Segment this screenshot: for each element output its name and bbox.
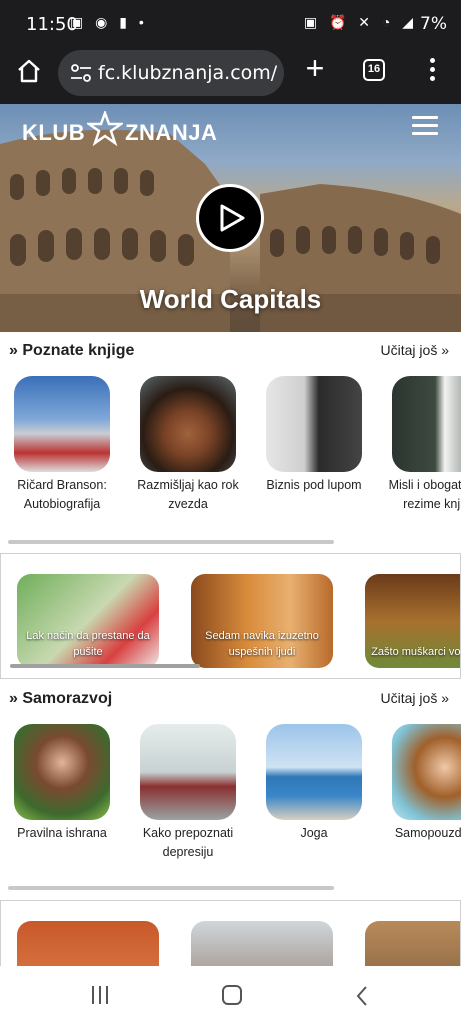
play-icon [220,204,245,232]
section-title: » Poznate knjige [9,342,135,359]
book-item[interactable]: Misli i obogati se – rezime knjige [380,376,461,514]
book-thumbnail [392,376,461,472]
book-caption: Ričard Branson: Autobiografija [17,478,107,511]
book-item[interactable]: Razmišljaj kao rok zvezda [128,376,248,514]
home-icon[interactable] [16,58,42,84]
featured-card[interactable] [17,921,159,970]
section-header-samorazvoj: » Samorazvoj Učitaj još » [9,690,449,714]
book-caption: Pravilna ishrana [17,826,107,840]
book-item[interactable]: Joga [254,724,374,843]
new-tab-button[interactable]: + [300,52,330,84]
carousel-scrollbar[interactable] [8,886,334,890]
carousel-scrollbar[interactable] [8,540,334,544]
play-button[interactable] [196,184,264,252]
book-caption: Kako prepoznati depresiju [142,826,234,859]
overflow-menu-icon[interactable] [424,58,440,86]
featured-card[interactable] [365,921,460,970]
hamburger-menu-icon[interactable] [412,116,438,136]
logo-text-right: ZNANJA [125,120,218,145]
book-carousel[interactable]: Ričard Branson: Autobiografija Razmišlja… [0,376,461,536]
featured-carousel-2[interactable] [0,900,461,970]
book-thumbnail [266,376,362,472]
featured-scrollbar[interactable] [10,664,200,668]
book-thumbnail [14,376,110,472]
book-thumbnail [140,724,236,820]
book-item[interactable]: Kako prepoznati depresiju [128,724,248,862]
site-logo[interactable]: KLUB ZNANJA [22,111,218,147]
book-item[interactable]: Ričard Branson: Autobiografija [2,376,122,514]
featured-caption: Sedam navika izuzetno uspešnih ljudi [205,630,319,658]
back-icon[interactable] [355,985,369,1007]
book-caption: Razmišljaj kao rok zvezda [137,478,239,511]
book-thumbnail [266,724,362,820]
site-settings-icon[interactable] [70,64,92,82]
featured-card[interactable] [191,921,333,970]
logo-text-left: KLUB [22,120,86,145]
book-item[interactable]: Samopouzdanje [380,724,461,843]
featured-caption: Zašto muškarci vole kučke [371,646,461,658]
featured-carousel[interactable]: Lak način da prestane da pušite Sedam na… [0,553,461,679]
book-caption: Biznis pod lupom [266,478,362,492]
browser-toolbar: fc.klubznanja.com/ + 16 [0,46,461,104]
book-thumbnail [140,376,236,472]
featured-card[interactable]: Lak način da prestane da pušite [17,574,159,668]
load-more-link[interactable]: Učitaj još » [381,342,449,358]
battery-level: 7% [420,14,447,34]
featured-caption: Lak način da prestane da pušite [26,630,150,658]
tab-switcher-button[interactable]: 16 [363,59,385,81]
system-icons: ▣ ⏰ ✕ ◔ ◢ [303,14,417,30]
book-thumbnail [392,724,461,820]
star-logo-icon [87,111,124,147]
book-caption: Misli i obogati se – rezime knjige [388,478,461,511]
book-caption: Samopouzdanje [394,826,461,840]
notification-icons: ▣ ◉ ▮ • [70,14,148,30]
featured-card[interactable]: Sedam navika izuzetno uspešnih ljudi [191,574,333,668]
system-navigation-bar [0,966,461,1024]
featured-card[interactable]: Zašto muškarci vole kučke [365,574,461,668]
url-text: fc.klubznanja.com/ [98,62,278,84]
self-development-carousel[interactable]: Pravilna ishrana Kako prepoznati depresi… [0,724,461,880]
load-more-link[interactable]: Učitaj još » [381,690,449,706]
hero-title: World Capitals [139,284,322,314]
address-bar[interactable]: fc.klubznanja.com/ [58,50,284,96]
book-caption: Joga [300,826,328,840]
home-nav-icon[interactable] [222,985,242,1005]
hero-banner: KLUB ZNANJA World Capitals [0,104,461,332]
book-item[interactable]: Pravilna ishrana [2,724,122,843]
book-item[interactable]: Biznis pod lupom [254,376,374,495]
status-bar: 11:50 ▣ ◉ ▮ • ▣ ⏰ ✕ ◔ ◢ 7% [0,0,461,46]
section-title: » Samorazvoj [9,690,113,707]
section-header-poznate-knjige: » Poznate knjige Učitaj još » [9,342,449,366]
book-thumbnail [14,724,110,820]
recents-icon[interactable] [92,986,114,1004]
